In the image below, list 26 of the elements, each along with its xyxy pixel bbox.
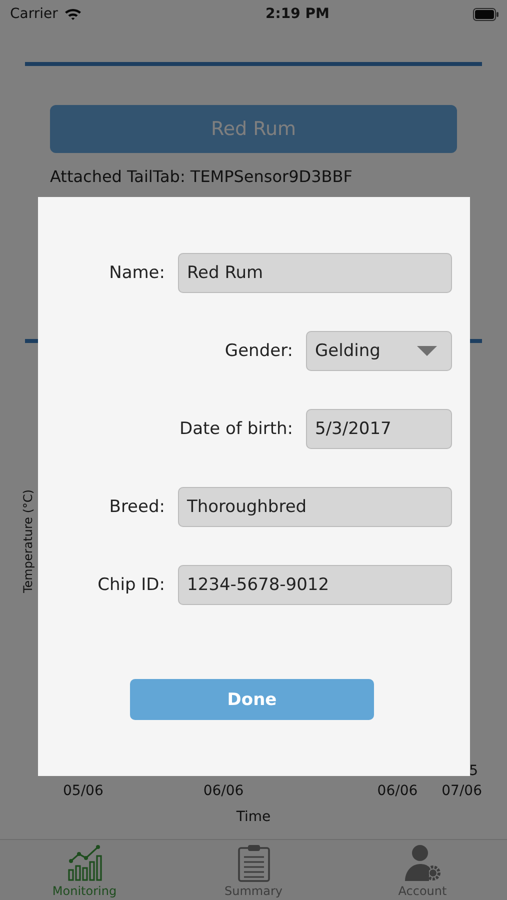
user-settings-icon <box>402 844 442 882</box>
input-field[interactable]: 1234-5678-9012 <box>178 565 452 605</box>
carrier-label: Carrier <box>10 6 58 22</box>
clock-time: 2:19 PM <box>266 6 330 22</box>
field-label: Breed: <box>108 497 165 517</box>
battery-icon <box>473 8 499 20</box>
field-label: Chip ID: <box>96 575 165 595</box>
axis-title: Time <box>236 809 271 825</box>
axis-title: Temperature (°C) <box>21 489 35 593</box>
caret-icon <box>417 346 437 356</box>
tick-label: 06/06 <box>203 783 244 799</box>
input-field[interactable]: Red Rum <box>178 253 452 293</box>
dropdown-field[interactable]: Gelding <box>306 331 452 371</box>
tick-label: 07/06 <box>442 783 482 799</box>
field-label: Date of birth: <box>178 419 293 439</box>
field-label: Name: <box>108 263 165 283</box>
tick-label: 5 <box>469 763 478 779</box>
tick-label: 05/06 <box>63 783 104 799</box>
date-field[interactable]: 5/3/2017 <box>306 409 452 449</box>
tailtab-text: Attached TailTab: TEMPSensor9D3BBF <box>50 167 354 186</box>
wifi-icon <box>64 7 82 21</box>
chart-icon <box>66 844 102 882</box>
input-field[interactable]: Thoroughbred <box>178 487 452 527</box>
clipboard-icon <box>236 844 270 882</box>
field-label: Gender: <box>224 341 293 361</box>
tick-label: 06/06 <box>377 783 418 799</box>
